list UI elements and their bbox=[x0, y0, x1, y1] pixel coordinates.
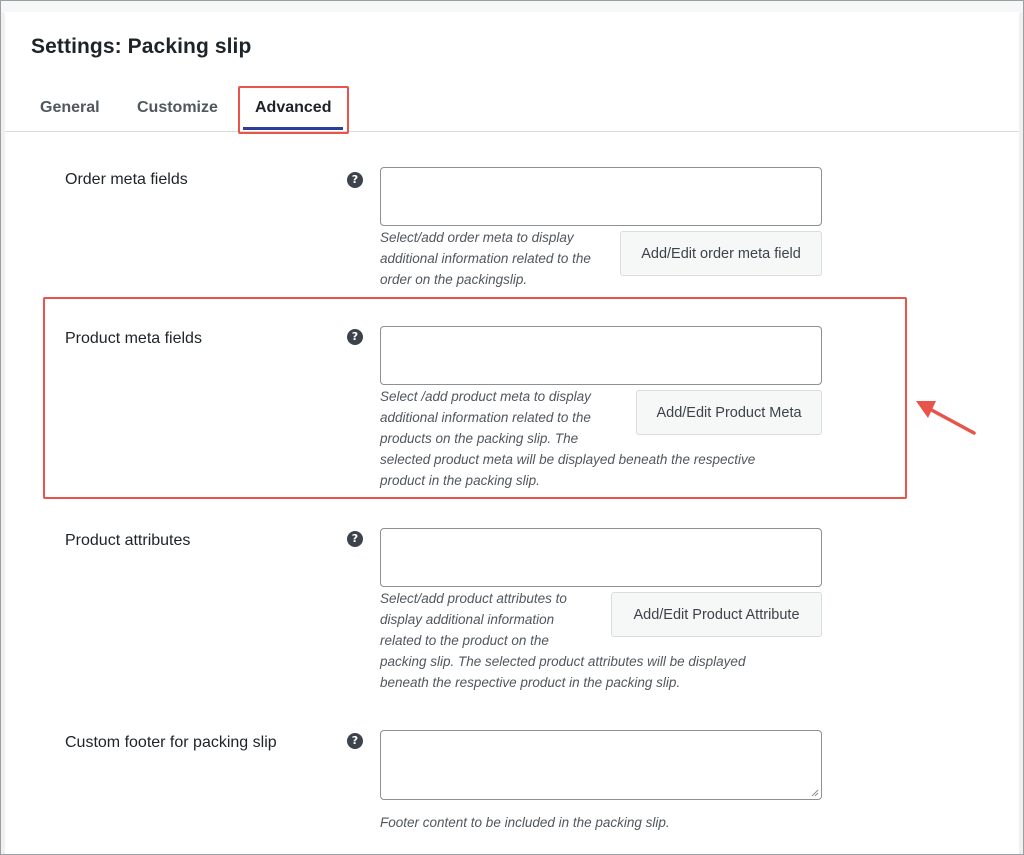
add-edit-product-meta-button[interactable]: Add/Edit Product Meta bbox=[636, 390, 822, 435]
hint-line: beneath the respective product in the pa… bbox=[380, 675, 681, 690]
custom-footer-help-icon[interactable]: ? bbox=[347, 733, 363, 749]
tabs-divider bbox=[5, 131, 1019, 132]
pointer-arrow-icon bbox=[916, 401, 976, 435]
order-meta-hint: Select/add order meta to display additio… bbox=[380, 227, 591, 290]
add-edit-product-attribute-button[interactable]: Add/Edit Product Attribute bbox=[611, 592, 822, 637]
product-meta-fields-input[interactable] bbox=[380, 326, 822, 385]
add-edit-order-meta-button[interactable]: Add/Edit order meta field bbox=[620, 231, 822, 276]
tab-customize[interactable]: Customize bbox=[137, 99, 218, 117]
order-meta-fields-label: Order meta fields bbox=[65, 171, 188, 188]
order-meta-fields-input[interactable] bbox=[380, 167, 822, 226]
hint-line: packing slip. The selected product attri… bbox=[380, 654, 746, 669]
tab-general[interactable]: General bbox=[40, 99, 100, 117]
order-meta-help-icon[interactable]: ? bbox=[347, 172, 363, 188]
custom-footer-textarea[interactable] bbox=[380, 730, 822, 800]
product-attributes-help-icon[interactable]: ? bbox=[347, 531, 363, 547]
page-title: Settings: Packing slip bbox=[31, 35, 252, 58]
hint-line: order on the packingslip. bbox=[380, 272, 528, 287]
hint-line: Footer content to be included in the pac… bbox=[380, 815, 670, 830]
hint-line: Select/add order meta to display bbox=[380, 230, 574, 245]
product-meta-fields-label: Product meta fields bbox=[65, 330, 202, 347]
custom-footer-hint: Footer content to be included in the pac… bbox=[380, 812, 670, 833]
hint-line: product in the packing slip. bbox=[380, 473, 540, 488]
hint-line: additional information related to the bbox=[380, 251, 591, 266]
custom-footer-label: Custom footer for packing slip bbox=[65, 734, 277, 751]
product-attributes-label: Product attributes bbox=[65, 532, 191, 549]
product-meta-help-icon[interactable]: ? bbox=[347, 329, 363, 345]
hint-line: selected product meta will be displayed … bbox=[380, 452, 756, 467]
advanced-tab-highlight-box bbox=[238, 86, 349, 134]
product-attributes-input[interactable] bbox=[380, 528, 822, 587]
resize-handle-icon[interactable] bbox=[811, 789, 819, 797]
